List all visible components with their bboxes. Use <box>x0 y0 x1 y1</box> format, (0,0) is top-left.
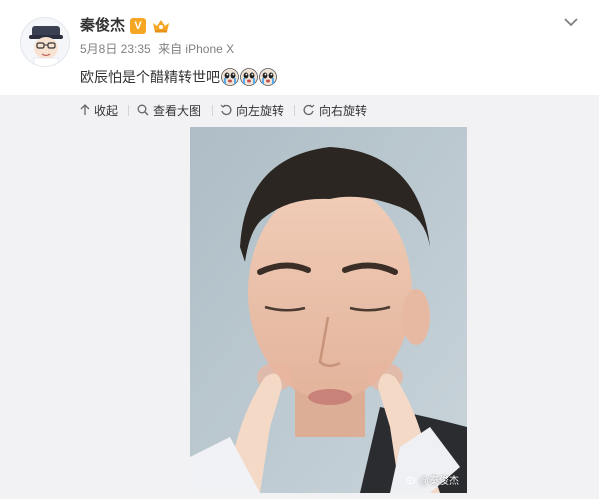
view-large-label: 查看大图 <box>153 103 202 118</box>
rotate-right-icon <box>303 104 315 116</box>
rotate-left-button[interactable]: 向左旋转 <box>220 95 284 125</box>
toolbar-divider <box>212 105 213 116</box>
crying-emoji-icon <box>221 68 239 86</box>
image-watermark: @秦俊杰 <box>405 472 459 487</box>
portrait-photo-illustration <box>190 127 467 493</box>
view-large-button[interactable]: 查看大图 <box>137 95 201 125</box>
search-icon <box>137 104 149 116</box>
weibo-logo-icon <box>405 477 416 484</box>
collapse-label: 收起 <box>94 103 119 118</box>
arrow-up-icon <box>80 104 90 115</box>
member-crown-icon[interactable] <box>151 18 171 34</box>
author-name[interactable]: 秦俊杰 <box>80 16 125 36</box>
image-toolbar: 收起 查看大图 向左旋转 向右旋转 <box>0 95 599 125</box>
collapse-button[interactable]: 收起 <box>80 95 118 125</box>
verified-badge-icon[interactable]: V <box>130 18 147 34</box>
post-text-row: 欧辰怕是个醋精转世吧 <box>80 67 277 87</box>
watermark-text: @秦俊杰 <box>418 476 459 487</box>
rotate-left-icon <box>220 104 232 116</box>
avatar-cartoon-icon <box>21 18 69 66</box>
crying-emoji-icon <box>240 68 258 86</box>
post-photo[interactable]: @秦俊杰 <box>190 127 467 493</box>
post-source[interactable]: iPhone X <box>185 42 234 56</box>
crying-emoji-icon <box>259 68 277 86</box>
source-prefix: 来自 <box>158 42 183 56</box>
image-viewer: @秦俊杰 <box>0 125 599 499</box>
rotate-left-label: 向左旋转 <box>236 103 285 118</box>
author-name-row: 秦俊杰 V <box>80 16 171 36</box>
post-date[interactable]: 5月8日 23:35 <box>80 42 151 56</box>
author-avatar[interactable] <box>20 17 70 67</box>
chevron-down-icon[interactable] <box>563 15 579 29</box>
toolbar-divider <box>128 105 129 116</box>
toolbar-divider <box>294 105 295 116</box>
post-text: 欧辰怕是个醋精转世吧 <box>80 69 220 85</box>
rotate-right-label: 向右旋转 <box>319 103 368 118</box>
rotate-right-button[interactable]: 向右旋转 <box>303 95 367 125</box>
post-meta: 5月8日 23:35 来自 iPhone X <box>80 41 234 57</box>
